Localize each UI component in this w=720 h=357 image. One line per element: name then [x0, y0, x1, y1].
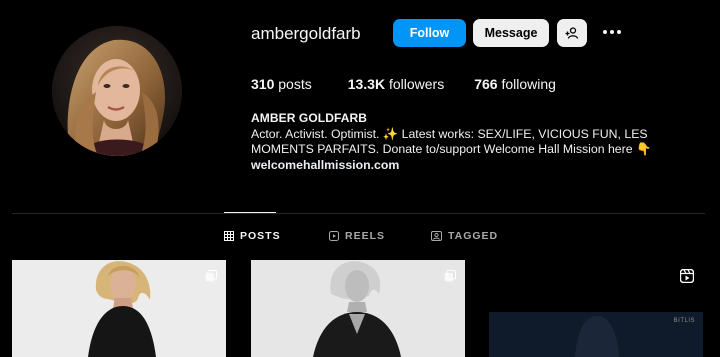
- avatar[interactable]: [52, 26, 182, 156]
- reel-icon: [679, 268, 695, 288]
- add-user-button[interactable]: [557, 19, 587, 47]
- posts-stat: 310 posts: [251, 76, 312, 92]
- username: ambergoldfarb: [251, 24, 361, 43]
- tab-tagged-label: TAGGED: [448, 230, 499, 242]
- post-tile[interactable]: [251, 260, 465, 357]
- tab-posts[interactable]: POSTS: [224, 230, 281, 242]
- bio-link[interactable]: welcomehallmission.com: [251, 158, 711, 174]
- tab-posts-label: POSTS: [240, 230, 281, 242]
- following-label: following: [501, 76, 556, 92]
- post-thumbnail: [489, 260, 703, 357]
- bio-text: Actor. Activist. Optimist. ✨ Latest work…: [251, 126, 652, 157]
- followers-label: followers: [388, 76, 445, 92]
- following-count: 766: [474, 76, 498, 92]
- profile-photo: [52, 26, 182, 156]
- grid-icon: [224, 231, 234, 241]
- clip-icon: [444, 269, 456, 287]
- divider: [12, 213, 705, 214]
- post-thumbnail: [251, 260, 465, 357]
- profile-stats: 310 posts 13.3K followers 766 following: [251, 76, 586, 92]
- bio: AMBER GOLDFARB Actor. Activist. Optimist…: [251, 111, 711, 173]
- tab-reels[interactable]: REELS: [329, 230, 385, 242]
- reels-icon: [329, 231, 339, 241]
- clip-icon: [205, 269, 217, 287]
- follow-button[interactable]: Follow: [393, 19, 466, 47]
- followers-count: 13.3K: [347, 76, 386, 92]
- full-name: AMBER GOLDFARB: [251, 111, 368, 125]
- post-tile[interactable]: BITLIS: [489, 260, 703, 357]
- followers-stat[interactable]: 13.3K followers: [348, 76, 445, 92]
- posts-count: 310: [251, 76, 275, 92]
- person-add-icon: [565, 27, 579, 39]
- more-options-button[interactable]: [600, 22, 624, 42]
- active-tab-indicator: [224, 212, 276, 213]
- post-tile[interactable]: [12, 260, 226, 357]
- tagged-icon: [431, 231, 442, 241]
- more-horizontal-icon: [603, 30, 621, 34]
- message-button[interactable]: Message: [473, 19, 549, 47]
- post-thumbnail: [12, 260, 226, 357]
- tab-tagged[interactable]: TAGGED: [431, 230, 498, 242]
- tab-reels-label: REELS: [345, 230, 386, 242]
- post-caption: BITLIS: [673, 318, 695, 324]
- following-stat[interactable]: 766 following: [474, 76, 556, 92]
- posts-label: posts: [278, 76, 312, 92]
